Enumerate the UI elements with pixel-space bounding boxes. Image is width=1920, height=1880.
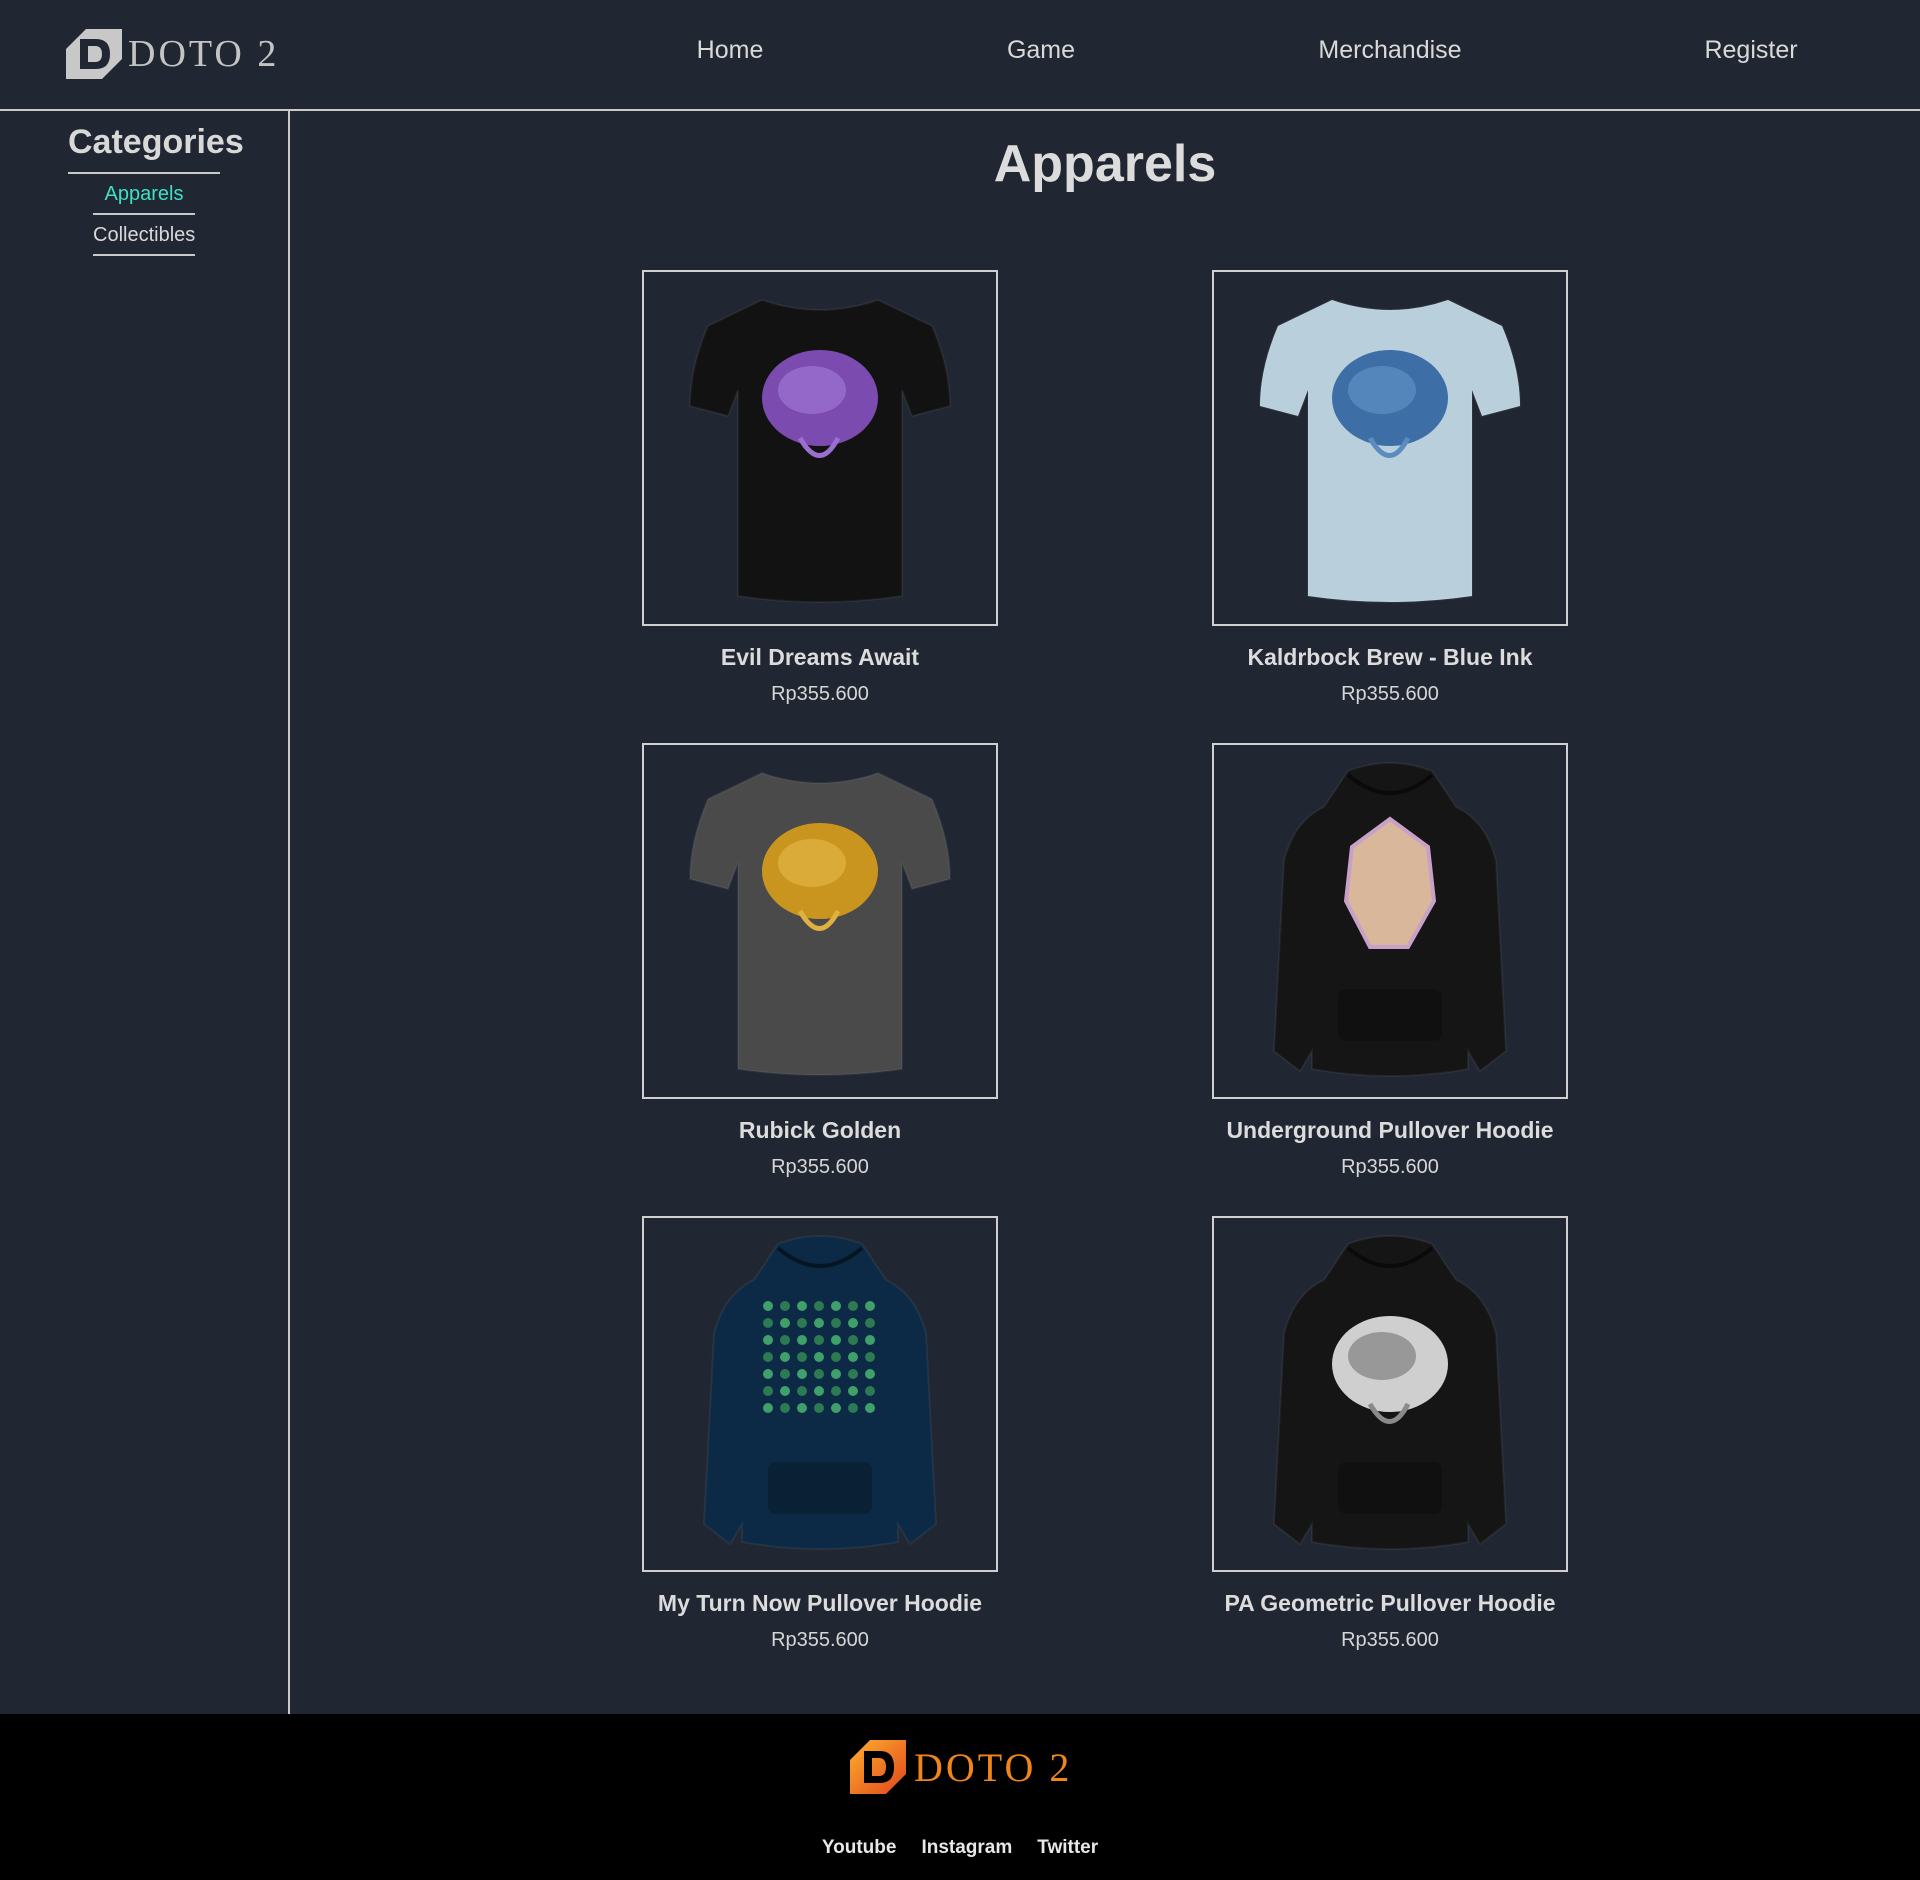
product-price: Rp355.600 — [1341, 1156, 1439, 1178]
product-price: Rp355.600 — [771, 1156, 869, 1178]
sidebar-item-collectibles[interactable]: Collectibles — [93, 221, 195, 256]
sidebar-item-apparels[interactable]: Apparels — [93, 180, 195, 215]
product-name[interactable]: Evil Dreams Await — [642, 644, 998, 671]
product-name[interactable]: PA Geometric Pullover Hoodie — [1212, 1590, 1568, 1617]
social-links: Youtube Instagram Twitter — [0, 1837, 1920, 1859]
doto-logo-icon — [850, 1740, 906, 1794]
instagram-link[interactable]: Instagram — [921, 1837, 1012, 1859]
footer-logo-text: DOTO 2 — [914, 1744, 1073, 1790]
product-image-frame[interactable] — [642, 1216, 998, 1572]
product-name[interactable]: Rubick Golden — [642, 1117, 998, 1144]
site-header: DOTO 2 Home Game Merchandise Register — [0, 0, 1920, 111]
nav-merchandise[interactable]: Merchandise — [1318, 36, 1461, 65]
product-image-frame[interactable] — [1212, 1216, 1568, 1572]
product-card[interactable]: Kaldrbock Brew - Blue Ink Rp355.600 — [1212, 270, 1568, 706]
product-image — [688, 771, 952, 1076]
product-card[interactable]: Underground Pullover Hoodie Rp355.600 — [1212, 743, 1568, 1179]
product-image — [702, 1235, 938, 1550]
nav-home[interactable]: Home — [697, 36, 764, 65]
product-image-frame[interactable] — [1212, 270, 1568, 626]
nav-game[interactable]: Game — [1007, 36, 1075, 65]
product-price: Rp355.600 — [1341, 683, 1439, 705]
product-image — [1272, 762, 1508, 1077]
product-image-frame[interactable] — [1212, 743, 1568, 1099]
product-image — [688, 298, 952, 603]
product-image — [1272, 1235, 1508, 1550]
site-logo[interactable]: DOTO 2 — [64, 27, 279, 81]
doto-logo-icon — [66, 29, 122, 79]
product-card[interactable]: Rubick Golden Rp355.600 — [642, 743, 998, 1179]
product-name[interactable]: Underground Pullover Hoodie — [1212, 1117, 1568, 1144]
product-name[interactable]: My Turn Now Pullover Hoodie — [642, 1590, 998, 1617]
logo-text: DOTO 2 — [128, 33, 280, 75]
product-image — [1258, 298, 1522, 603]
nav-register[interactable]: Register — [1704, 36, 1797, 65]
page-title: Apparels — [993, 135, 1217, 193]
product-price: Rp355.600 — [1341, 1629, 1439, 1651]
sidebar-title: Categories — [68, 123, 244, 174]
twitter-link[interactable]: Twitter — [1037, 1837, 1098, 1859]
product-image-frame[interactable] — [642, 270, 998, 626]
product-name[interactable]: Kaldrbock Brew - Blue Ink — [1212, 644, 1568, 671]
product-price: Rp355.600 — [771, 683, 869, 705]
site-footer: DOTO 2 Youtube Instagram Twitter — [0, 1714, 1920, 1880]
category-sidebar: Categories Apparels Collectibles — [0, 111, 290, 1714]
product-card[interactable]: PA Geometric Pullover Hoodie Rp355.600 — [1212, 1216, 1568, 1652]
product-image-frame[interactable] — [642, 743, 998, 1099]
product-card[interactable]: My Turn Now Pullover Hoodie Rp355.600 — [642, 1216, 998, 1652]
youtube-link[interactable]: Youtube — [822, 1837, 897, 1859]
product-price: Rp355.600 — [771, 1629, 869, 1651]
product-card[interactable]: Evil Dreams Await Rp355.600 — [642, 270, 998, 706]
footer-logo[interactable]: DOTO 2 — [848, 1738, 1072, 1796]
